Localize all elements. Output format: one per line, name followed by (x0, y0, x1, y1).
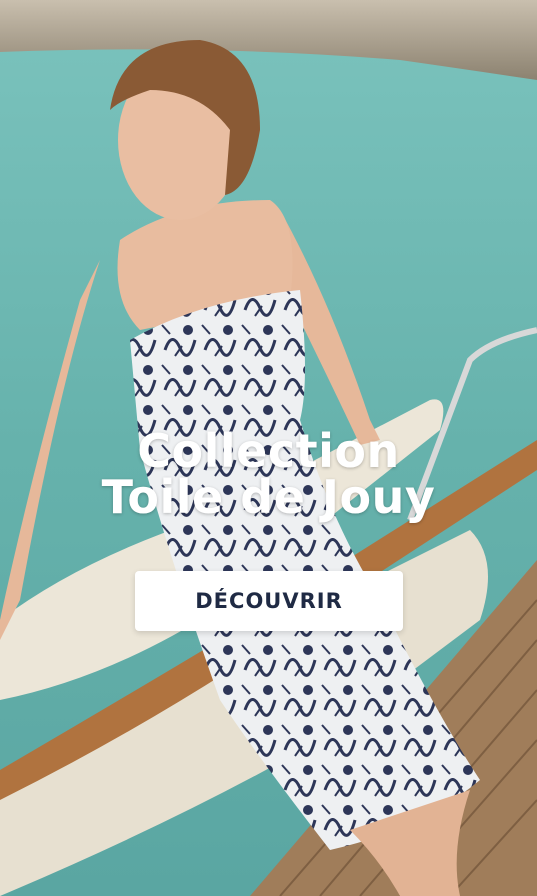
hero-banner[interactable]: Collection Toile de Jouy DÉCOUVRIR (0, 0, 537, 896)
collection-title-line2: Toile de Jouy (101, 470, 436, 524)
collection-title-line1: Collection (137, 424, 400, 478)
discover-button[interactable]: DÉCOUVRIR (135, 571, 403, 631)
